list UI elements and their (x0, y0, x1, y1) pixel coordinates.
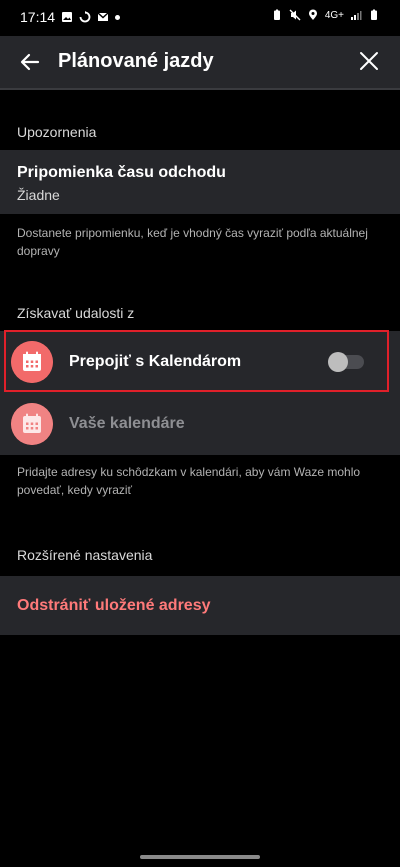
status-bar: 17:14 4G+ (0, 0, 400, 36)
network-label: 4G+ (324, 9, 344, 21)
status-left: 17:14 (20, 9, 121, 25)
section-label-advanced: Rozšírené nastavenia (17, 547, 153, 563)
mute-icon (289, 9, 301, 21)
departure-reminder-value: Žiadne (17, 187, 60, 203)
status-time: 17:14 (20, 9, 56, 25)
location-icon (308, 9, 317, 20)
highlight-box (4, 330, 389, 392)
remove-addresses-label: Odstrániť uložené adresy (17, 597, 211, 614)
remove-addresses-row[interactable]: Odstrániť uložené adresy (0, 576, 400, 635)
section-label-events: Získavať udalosti z (17, 305, 135, 321)
signal-icon (351, 11, 362, 20)
divider (0, 88, 400, 90)
events-helper: Pridajte adresy ku schôdzkam v kalendári… (17, 465, 361, 497)
your-calendars-row[interactable]: Vaše kalendáre (0, 393, 400, 455)
battery-saver-icon (273, 9, 280, 20)
sync-icon (79, 11, 91, 23)
dot-icon (115, 14, 121, 20)
departure-reminder-row[interactable]: Pripomienka času odchodu Žiadne (0, 150, 400, 214)
gesture-bar (140, 855, 260, 859)
close-icon[interactable] (358, 50, 380, 72)
departure-reminder-title: Pripomienka času odchodu (17, 164, 226, 181)
notifications-helper: Dostanete pripomienku, keď je vhodný čas… (17, 226, 368, 258)
gmail-icon (97, 12, 109, 21)
your-calendars-label: Vaše kalendáre (69, 415, 185, 432)
status-right: 4G+ (271, 9, 380, 21)
calendar-icon (11, 403, 53, 445)
section-label-notifications: Upozornenia (17, 124, 97, 140)
page-title: Plánované jazdy (58, 50, 214, 72)
app-bar: Plánované jazdy (0, 36, 400, 88)
arrow-left-icon[interactable] (18, 50, 42, 74)
image-icon (62, 12, 73, 22)
battery-icon (371, 9, 377, 20)
